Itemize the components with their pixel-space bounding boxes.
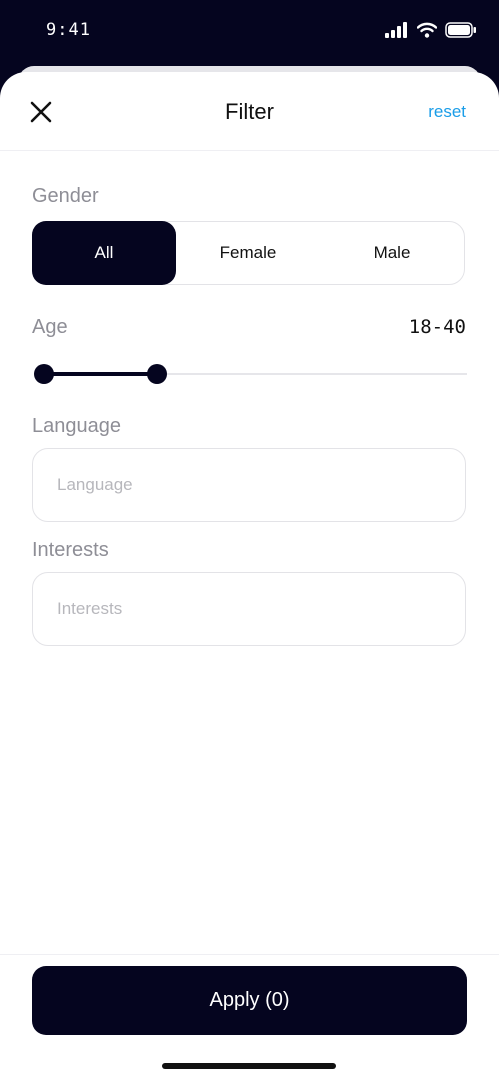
interests-label: Interests xyxy=(32,539,109,561)
close-button[interactable] xyxy=(27,98,55,126)
interests-input[interactable] xyxy=(33,573,465,645)
filter-sheet: Filter reset Gender All Female Male Age … xyxy=(0,72,499,1080)
gender-option-male[interactable]: Male xyxy=(320,222,464,284)
close-icon xyxy=(30,101,52,123)
language-field xyxy=(32,448,466,522)
home-indicator xyxy=(162,1063,336,1069)
age-slider-selected-range xyxy=(44,372,158,376)
age-label: Age xyxy=(32,316,68,338)
sheet-footer: Apply (0) xyxy=(0,954,499,1080)
status-time: 9:41 xyxy=(46,20,91,40)
age-range-value: 18-40 xyxy=(408,316,466,338)
age-max-thumb[interactable] xyxy=(147,364,168,384)
status-icons xyxy=(385,22,477,38)
age-range-slider[interactable] xyxy=(34,362,467,386)
language-label: Language xyxy=(32,415,121,437)
battery-icon xyxy=(445,22,476,38)
page-title: Filter xyxy=(225,99,274,124)
wifi-icon xyxy=(417,22,437,38)
interests-field xyxy=(32,572,466,646)
gender-option-female[interactable]: Female xyxy=(176,222,320,284)
age-min-thumb[interactable] xyxy=(34,364,54,384)
language-input[interactable] xyxy=(33,449,465,521)
sheet-header: Filter reset xyxy=(0,72,499,151)
gender-label: Gender xyxy=(32,185,99,207)
cellular-signal-icon xyxy=(385,22,407,38)
gender-segmented-control: All Female Male xyxy=(32,221,465,285)
status-bar: 9:41 xyxy=(0,0,499,66)
apply-button[interactable]: Apply (0) xyxy=(32,966,467,1035)
reset-button[interactable]: reset xyxy=(428,102,466,122)
gender-option-all[interactable]: All xyxy=(32,221,176,285)
